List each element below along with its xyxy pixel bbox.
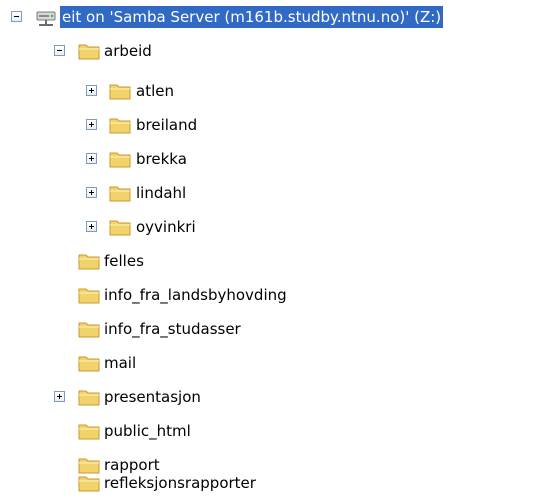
tree-item-refleksjonsrapporter[interactable]: refleksjonsrapporter bbox=[0, 466, 559, 500]
tree-item-mail[interactable]: mail bbox=[0, 346, 559, 380]
tree-item-arbeid[interactable]: arbeid bbox=[0, 34, 559, 68]
expand-brekka-toggle[interactable] bbox=[86, 153, 97, 164]
folder-icon bbox=[109, 220, 131, 236]
folder-icon bbox=[78, 288, 100, 304]
expand-atlen-toggle[interactable] bbox=[86, 85, 97, 96]
folder-icon bbox=[78, 254, 100, 270]
folder-icon bbox=[109, 186, 131, 202]
tree-item-oyvinkri[interactable]: oyvinkri bbox=[0, 210, 559, 244]
folder-icon bbox=[78, 390, 100, 406]
folder-icon bbox=[78, 44, 100, 60]
tree-item-lindahl[interactable]: lindahl bbox=[0, 176, 559, 210]
tree-item-label: atlen bbox=[136, 82, 174, 100]
tree-item-atlen[interactable]: atlen bbox=[0, 74, 559, 108]
tree-item-label: public_html bbox=[104, 422, 191, 440]
tree-item-label: felles bbox=[104, 252, 144, 270]
tree-item-presentasjon[interactable]: presentasjon bbox=[0, 380, 559, 414]
expand-lindahl-toggle[interactable] bbox=[86, 187, 97, 198]
folder-icon bbox=[78, 356, 100, 372]
tree-root-label[interactable]: eit on 'Samba Server (m161b.studby.ntnu.… bbox=[60, 6, 444, 28]
expand-breiland-toggle[interactable] bbox=[86, 119, 97, 130]
tree-item-label: brekka bbox=[136, 150, 187, 168]
tree-item-label: info_fra_landsbyhovding bbox=[104, 286, 287, 304]
tree-item-label: presentasjon bbox=[104, 388, 201, 406]
tree-item-label: arbeid bbox=[104, 42, 152, 60]
tree-item-brekka[interactable]: brekka bbox=[0, 142, 559, 176]
tree-item-label: refleksjonsrapporter bbox=[104, 474, 256, 492]
folder-icon bbox=[109, 118, 131, 134]
folder-icon bbox=[109, 152, 131, 168]
tree-item-public-html[interactable]: public_html bbox=[0, 414, 559, 448]
tree-item-breiland[interactable]: breiland bbox=[0, 108, 559, 142]
tree-root-row[interactable]: eit on 'Samba Server (m161b.studby.ntnu.… bbox=[0, 0, 559, 34]
collapse-root-toggle[interactable] bbox=[11, 11, 22, 22]
folder-tree: eit on 'Samba Server (m161b.studby.ntnu.… bbox=[0, 0, 559, 501]
tree-item-info-fra-landsbyhovding[interactable]: info_fra_landsbyhovding bbox=[0, 278, 559, 312]
tree-item-felles[interactable]: felles bbox=[0, 244, 559, 278]
tree-item-label: lindahl bbox=[136, 184, 187, 202]
expand-oyvinkri-toggle[interactable] bbox=[86, 221, 97, 232]
tree-item-label: info_fra_studasser bbox=[104, 320, 241, 338]
folder-icon bbox=[78, 322, 100, 338]
tree-item-label: oyvinkri bbox=[136, 218, 196, 236]
network-drive-icon bbox=[36, 11, 56, 26]
tree-item-label: mail bbox=[104, 354, 137, 372]
tree-item-label: breiland bbox=[136, 116, 198, 134]
folder-icon bbox=[78, 424, 100, 440]
folder-icon bbox=[78, 476, 100, 492]
collapse-arbeid-toggle[interactable] bbox=[54, 45, 65, 56]
tree-item-info-fra-studasser[interactable]: info_fra_studasser bbox=[0, 312, 559, 346]
expand-presentasjon-toggle[interactable] bbox=[54, 391, 65, 402]
folder-icon bbox=[109, 84, 131, 100]
